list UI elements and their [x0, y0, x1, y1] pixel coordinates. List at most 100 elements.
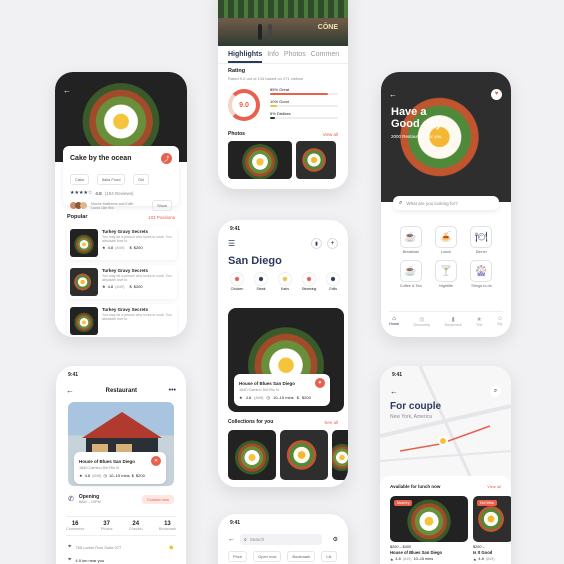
category-breakfast[interactable]: ☕ Breakfast: [393, 226, 428, 254]
positions-count[interactable]: 183 Positions: [148, 215, 175, 220]
rating-bar-label: 10% Good: [270, 99, 289, 104]
item-price: $200: [133, 284, 143, 289]
bookmark-icon[interactable]: ▮: [311, 238, 322, 249]
nav-icon: ▮: [451, 317, 455, 323]
view-all-link[interactable]: View all: [487, 484, 501, 489]
hero-photo: ← ♥ Have a Good day 2000 Restaurants for…: [381, 72, 511, 202]
add-icon[interactable]: +: [327, 238, 338, 249]
heart-icon[interactable]: ♥: [491, 89, 502, 100]
card-photo: Most try: [390, 496, 468, 542]
tab-info[interactable]: Info: [267, 51, 279, 63]
stat-photos[interactable]: 37 Photos: [101, 521, 113, 531]
photos-label: Photos: [228, 131, 245, 137]
filter-icon[interactable]: ⚙: [333, 536, 338, 543]
card-rating: 4.8: [395, 557, 401, 561]
card-count: (849): [485, 557, 495, 561]
category-things-to-do[interactable]: 🎡 Things to do: [464, 260, 499, 288]
item-info: Turkey Gravy Secrets You may be a person …: [102, 307, 174, 335]
more-icon[interactable]: •••: [169, 387, 176, 394]
collection-thumb[interactable]: [228, 430, 276, 480]
stat-comments[interactable]: 16 Comments: [66, 521, 84, 531]
phone-restaurant: 9:41 ← Restaurant ••• House of Blues San…: [56, 366, 186, 564]
card-photo: Hot Wea: [473, 496, 511, 542]
phone-icon: ✆: [68, 496, 74, 503]
rating-bar-row: 85% Great: [270, 87, 338, 95]
list-item[interactable]: Turkey Gravy Secrets You may be a person …: [67, 226, 177, 260]
filter-chicken[interactable]: Chicken: [228, 273, 246, 291]
nav-item-bookmark[interactable]: ▮ Bookmark: [445, 316, 462, 327]
filter-label: Grills: [329, 287, 337, 291]
map-pin-icon[interactable]: [438, 436, 448, 446]
rating-bar-fill: [270, 105, 277, 107]
tag-chip[interactable]: Italia Food: [96, 174, 126, 185]
restaurant-card[interactable]: House of Blues San Diego ✕ 1840 Camino D…: [74, 452, 166, 484]
collection-thumb[interactable]: [280, 430, 328, 480]
rating-bar-label: 85% Great: [270, 87, 290, 92]
back-arrow-icon[interactable]: ←: [66, 386, 74, 395]
stat-label: Checkin: [128, 527, 143, 531]
back-arrow-icon[interactable]: ←: [389, 90, 397, 99]
tab-highlights[interactable]: Highlights: [228, 51, 263, 63]
list-item[interactable]: Turkey Gravy Secrets You may be a person …: [67, 304, 177, 337]
category-coffee-tea[interactable]: ☕ Coffee & Tea: [393, 260, 428, 288]
nav-icon: ★: [476, 317, 482, 323]
phone-for-couple: 9:41 ← ⌕ For couple New York, America Av…: [380, 366, 511, 564]
score-ring: 9.0: [228, 89, 260, 121]
category-dinner[interactable]: 🍽 Dinner: [464, 226, 499, 254]
rating-bar-track: [270, 93, 338, 95]
collection-thumb[interactable]: [332, 430, 348, 480]
favorite-icon[interactable]: ♥: [315, 378, 325, 388]
filter-steak[interactable]: Steak: [252, 273, 270, 291]
photo-thumb[interactable]: [296, 141, 336, 179]
featured-card[interactable]: House of Blues San Diego ♥ 1840 Camino D…: [234, 374, 330, 406]
back-arrow-icon[interactable]: ←: [390, 387, 398, 396]
filter-chip[interactable]: Open now: [253, 551, 282, 562]
back-arrow-icon[interactable]: ←: [228, 536, 235, 543]
filter-chip[interactable]: Price: [228, 551, 248, 562]
filter-icon: [231, 273, 243, 285]
city-title: San Diego: [228, 255, 282, 267]
search-bar[interactable]: ⌕ What are you looking for?: [393, 196, 499, 210]
nav-item-home[interactable]: ⌂ Home: [389, 316, 399, 327]
nav-item-trel[interactable]: ★ Trel: [476, 316, 482, 327]
card-name: Is It Good: [473, 550, 493, 555]
stat-checkin[interactable]: 24 Checkin: [129, 521, 143, 531]
search-icon[interactable]: ⌕: [490, 386, 501, 397]
restaurant-card[interactable]: Hot Wea $200 – Is It Good ★ 4.8 (849): [473, 496, 511, 562]
category-nightlife[interactable]: 🍸 Nightlife: [428, 260, 463, 288]
see-all-link[interactable]: See all: [324, 420, 338, 425]
filter-chip[interactable]: Lik: [321, 551, 337, 562]
category-lunch[interactable]: 🍝 Lunch: [428, 226, 463, 254]
filter-kabs[interactable]: Kabs: [276, 273, 294, 291]
search-input[interactable]: ⌕ Search: [240, 534, 322, 545]
photo-thumb[interactable]: [228, 141, 292, 179]
star-icon: ★: [473, 558, 477, 562]
tab-photos[interactable]: Photos: [284, 51, 306, 63]
show-button[interactable]: Show: [151, 200, 172, 211]
nav-item-my[interactable]: ☺ My: [497, 316, 503, 327]
breakfast-icon: ☕: [399, 226, 422, 248]
back-arrow-icon[interactable]: ←: [63, 86, 71, 95]
share-icon[interactable]: ⤴: [161, 153, 172, 164]
favorite-icon[interactable]: ✕: [151, 456, 161, 466]
card-meta: ★ 4.8 (849): [473, 557, 511, 562]
nav-label: My: [497, 322, 503, 326]
search-icon: ⌕: [244, 536, 247, 543]
tag-chip[interactable]: Girl: [132, 174, 150, 185]
menu-icon[interactable]: ☰: [228, 239, 235, 248]
item-rating: 4.8: [107, 284, 114, 289]
contact-button[interactable]: Contact now: [141, 494, 174, 504]
stat-bookmark[interactable]: 13 Bookmark: [159, 521, 176, 531]
tag-chip[interactable]: Cake: [70, 174, 90, 185]
tab-comments[interactable]: Commen: [311, 51, 339, 63]
filter-grills[interactable]: Grills: [324, 273, 342, 291]
restaurant-card[interactable]: Most try $200 – $400 House of Blues San Di…: [390, 496, 468, 562]
opening-hours: 8AM – 10PM: [78, 500, 101, 504]
card-time: 10–15 mins: [109, 473, 130, 478]
filter-steaming[interactable]: Steaming: [300, 273, 318, 291]
filter-icon: [327, 273, 339, 285]
filter-chip[interactable]: Bookmark: [287, 551, 316, 562]
photos-view-all[interactable]: View all: [323, 132, 338, 137]
nav-item-discovery[interactable]: ◎ Discovery: [414, 316, 431, 327]
list-item[interactable]: Turkey Gravy Secrets You may be a person …: [67, 265, 177, 299]
